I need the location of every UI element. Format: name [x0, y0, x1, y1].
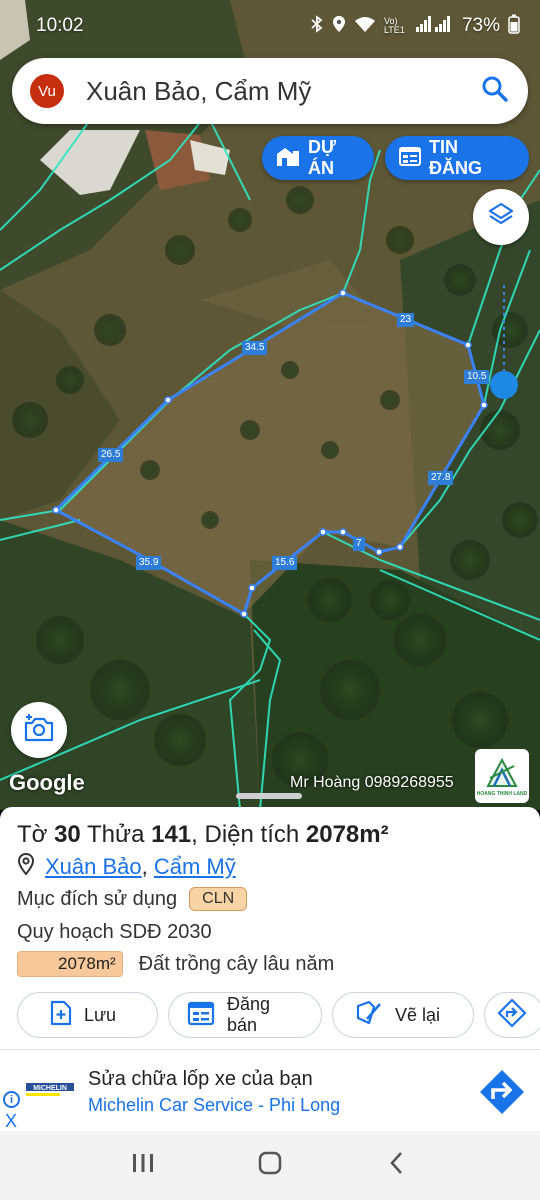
segment-length-label: 7 [353, 537, 365, 551]
back-chevron-icon [387, 1150, 407, 1181]
brand-logo-text: HOANG THINH LAND [476, 790, 528, 797]
segment-length-label: 27.8 [428, 471, 454, 485]
land-use-label: Mục đích sử dụng [17, 887, 178, 910]
plan-area-chip: 2078m² [17, 951, 123, 977]
segment-length-label: 26.5 [98, 448, 124, 462]
add-camera-icon [23, 713, 55, 748]
ad-close-button[interactable]: X [5, 1111, 17, 1132]
battery-percent: 73% [461, 15, 500, 36]
status-time: 10:02 [36, 15, 84, 36]
svg-text:MICHELIN: MICHELIN [33, 1085, 67, 1092]
status-bar: 10:02 Vo) LTE1 73% [0, 0, 540, 52]
tin-dang-label: TIN ĐĂNG [429, 137, 482, 178]
location-pin-icon [17, 852, 35, 881]
my-location-dot [490, 371, 518, 399]
parcel-location: Xuân Bảo , Cẩm Mỹ [17, 852, 236, 881]
calendar-icon [187, 1000, 215, 1031]
save-label: Lưu [84, 1004, 117, 1025]
ad-info-icon[interactable]: i [3, 1091, 20, 1108]
search-bar[interactable]: Vu Xuân Bảo, Cẩm Mỹ [12, 58, 528, 124]
ad-banner[interactable]: i X MICHELIN Sửa chữa lốp xe của bạn Mic… [0, 1049, 540, 1131]
ad-title: Sửa chữa lốp xe của bạn [88, 1068, 313, 1090]
plan-type-text: Đất trồng cây lâu năm [138, 952, 335, 975]
battery-icon [508, 14, 520, 38]
du-an-button[interactable]: DỰ ÁN [262, 136, 374, 180]
draw-icon [355, 999, 383, 1032]
layers-icon [487, 201, 515, 234]
system-nav-bar [0, 1131, 540, 1200]
google-logo: Google [9, 770, 85, 795]
action-buttons: Lưu Đăng bán Vẽ lại [17, 992, 540, 1038]
segment-length-label: 23 [397, 313, 415, 327]
tin-dang-button[interactable]: TIN ĐĂNG [385, 136, 529, 180]
search-query-text[interactable]: Xuân Bảo, Cẩm Mỹ [86, 76, 480, 107]
ad-directions-icon[interactable] [479, 1069, 525, 1115]
ad-subtitle: Michelin Car Service - Phi Long [88, 1095, 341, 1115]
recent-apps-button[interactable] [123, 1146, 163, 1186]
listing-icon [399, 146, 421, 171]
home-button[interactable] [250, 1146, 290, 1186]
search-icon[interactable] [480, 74, 510, 109]
watermark-text: Mr Hoàng 0989268955 [290, 774, 454, 791]
redraw-button[interactable]: Vẽ lại [332, 992, 474, 1038]
bluetooth-icon [310, 15, 324, 37]
layers-button[interactable] [473, 189, 529, 245]
recents-icon [131, 1152, 155, 1179]
land-use-row: Mục đích sử dụng CLN [17, 887, 248, 911]
segment-length-label: 34.5 [242, 341, 268, 355]
segment-length-label: 10.5 [464, 370, 490, 384]
district-link[interactable]: Cẩm Mỹ [154, 854, 236, 880]
directions-button[interactable] [484, 992, 540, 1038]
post-sale-button[interactable]: Đăng bán [168, 992, 322, 1038]
redraw-label: Vẽ lại [395, 1004, 441, 1025]
michelin-logo: MICHELIN [26, 1080, 74, 1100]
directions-icon [497, 998, 527, 1033]
parcel-info-sheet: Tờ 30 Thửa 141, Diện tích 2078m² Xuân Bả… [0, 793, 540, 1049]
brand-logo: HOANG THINH LAND [475, 749, 529, 803]
add-file-icon [50, 1000, 72, 1031]
sheet-drag-handle[interactable] [236, 793, 302, 799]
building-icon [276, 145, 300, 172]
segment-length-label: 35.9 [136, 556, 162, 570]
segment-length-label: 15.6 [272, 556, 298, 570]
back-button[interactable] [377, 1146, 417, 1186]
home-icon [257, 1150, 283, 1181]
wifi-icon [354, 15, 376, 37]
du-an-label: DỰ ÁN [308, 137, 336, 178]
plan-label: Quy hoạch SDĐ 2030 [17, 921, 212, 943]
avatar[interactable]: Vu [30, 74, 64, 108]
satellite-map[interactable]: 34.5 23 10.5 27.8 7 15.6 35.9 26.5 10:02… [0, 0, 540, 810]
plan-row: 2078m² Đất trồng cây lâu năm [17, 951, 334, 977]
add-photo-button[interactable] [11, 702, 67, 758]
save-button[interactable]: Lưu [17, 992, 158, 1038]
ward-link[interactable]: Xuân Bảo [45, 854, 142, 880]
network-type-label: Vo) LTE1 [383, 16, 405, 35]
post-sale-label: Đăng bán [227, 994, 271, 1035]
parcel-title: Tờ 30 Thửa 141, Diện tích 2078m² [17, 821, 389, 848]
signal-icon [415, 16, 450, 36]
land-use-badge: CLN [189, 887, 248, 911]
location-pin-icon [332, 15, 346, 37]
